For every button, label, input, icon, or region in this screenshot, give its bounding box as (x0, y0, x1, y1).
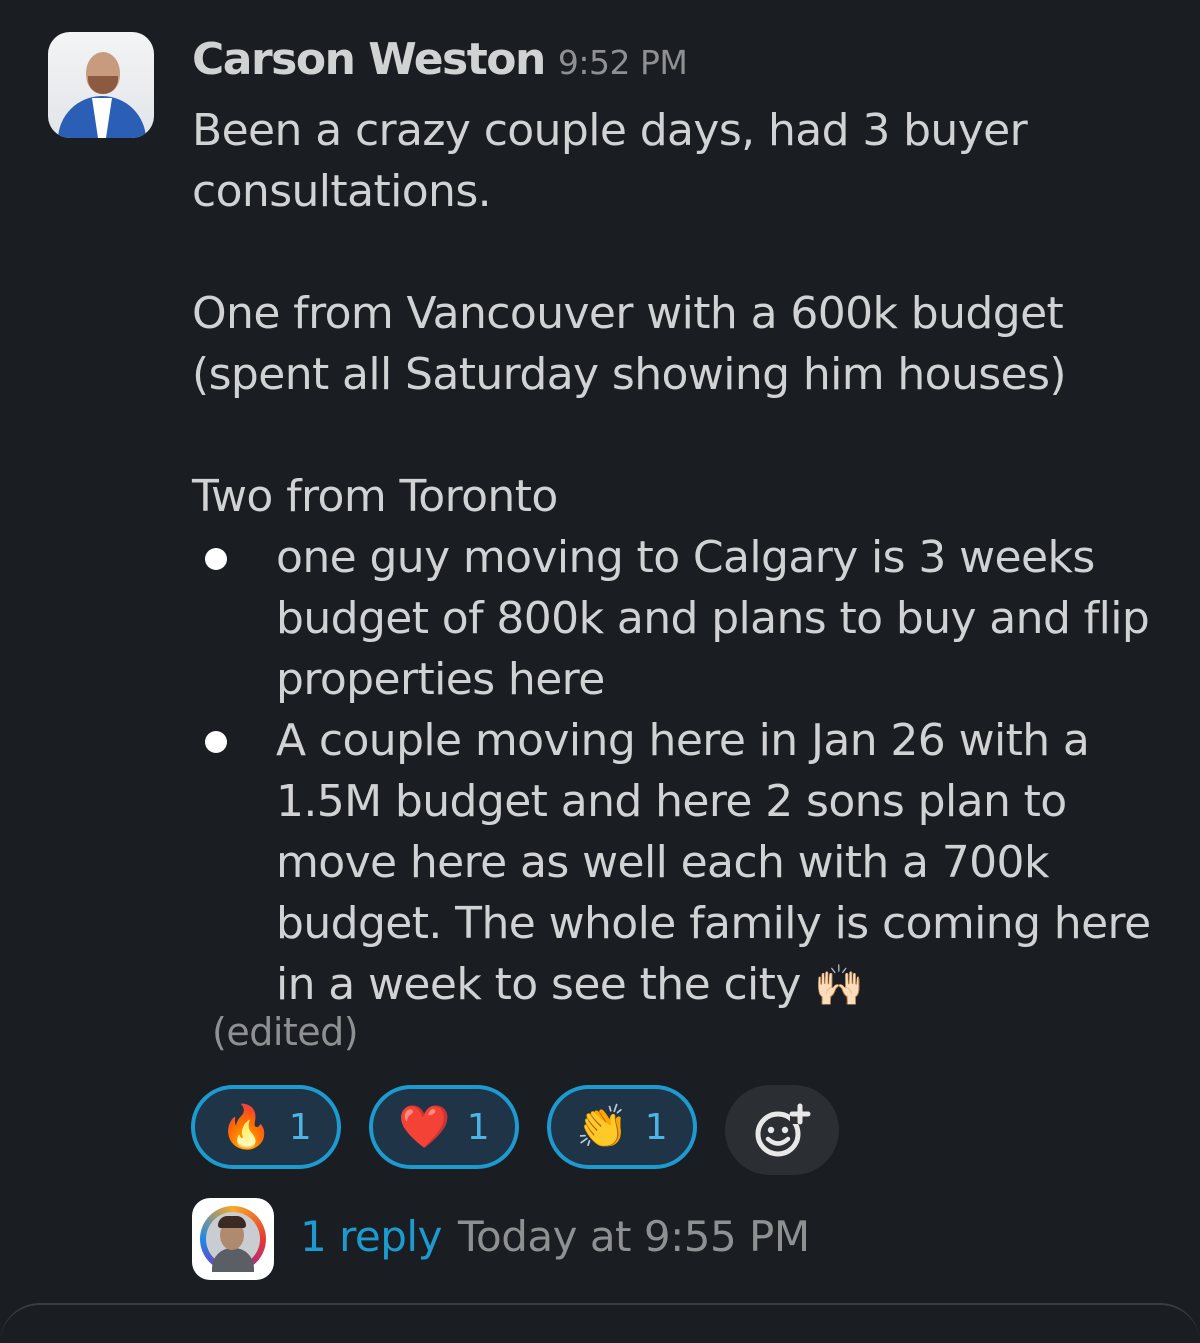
bullet-dot (205, 548, 227, 570)
message-intro: Been a crazy couple days, had 3 buyer co… (192, 105, 1028, 217)
heart-icon: ❤️ (398, 1102, 451, 1151)
reaction-clap[interactable]: 👏 1 (547, 1085, 697, 1169)
message-toronto: Two from Toronto (192, 471, 558, 522)
bullet-text: A couple moving here in Jan 26 with a 1.… (276, 715, 1151, 1010)
author-name[interactable]: Carson Weston (192, 34, 546, 85)
thread-last-reply-time: Today at 9:55 PM (458, 1212, 810, 1261)
raised-hands-emoji: 🙌🏻 (814, 963, 864, 1009)
bullet-dot (205, 731, 227, 753)
add-reaction-button[interactable] (725, 1085, 839, 1175)
reaction-fire[interactable]: 🔥 1 (191, 1085, 341, 1169)
fire-icon: 🔥 (220, 1102, 273, 1151)
thread-reply-link[interactable]: 1 reply (300, 1212, 442, 1261)
author-avatar[interactable] (48, 32, 154, 138)
add-reaction-smiley-icon (755, 1103, 811, 1157)
bullet-list: one guy moving to Calgary is 3 weeks bud… (192, 527, 1152, 1017)
list-item: A couple moving here in Jan 26 with a 1.… (192, 710, 1152, 1017)
bullet-text: one guy moving to Calgary is 3 weeks bud… (276, 532, 1150, 705)
list-item: one guy moving to Calgary is 3 weeks bud… (192, 527, 1152, 710)
reaction-count: 1 (466, 1106, 490, 1148)
avatar-hair (218, 1216, 246, 1228)
reaction-count: 1 (644, 1106, 668, 1148)
reply-avatar[interactable] (192, 1198, 274, 1280)
clap-icon: 👏 (576, 1102, 629, 1151)
composer-edge (0, 1303, 1200, 1343)
message-body: Been a crazy couple days, had 3 buyer co… (192, 100, 1152, 1017)
message-header: Carson Weston 9:52 PM (192, 34, 688, 85)
reaction-count: 1 (288, 1106, 312, 1148)
reaction-heart[interactable]: ❤️ 1 (369, 1085, 519, 1169)
edited-label: (edited) (212, 1010, 359, 1054)
message-timestamp[interactable]: 9:52 PM (558, 43, 688, 82)
avatar-beard (88, 76, 118, 94)
message-vancouver: One from Vancouver with a 600k budget (s… (192, 288, 1067, 400)
